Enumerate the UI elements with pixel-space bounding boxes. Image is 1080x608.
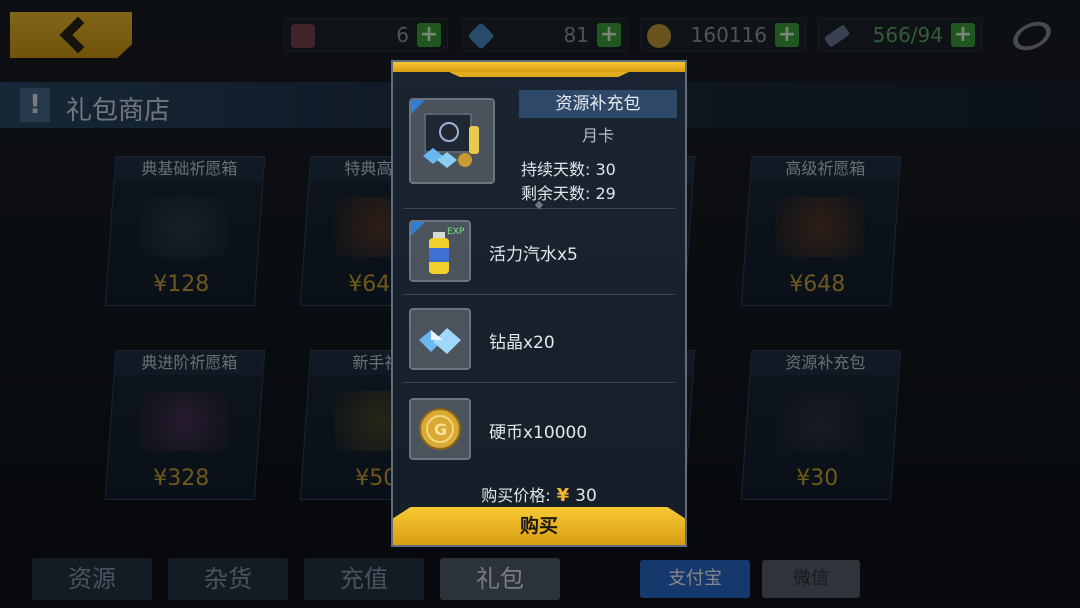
buy-button[interactable]: 购买 (393, 507, 685, 545)
svg-text:EXP: EXP (447, 227, 465, 237)
corner-tag (411, 222, 425, 236)
duration-label: 持续天数: (521, 160, 591, 179)
divider (403, 382, 675, 383)
price-label: 购买价格: (481, 486, 551, 505)
diamond-icon (409, 308, 471, 370)
item-label: 钻晶x20 (489, 333, 555, 353)
pack-subtitle: 月卡 (581, 126, 614, 145)
remaining-value: 29 (595, 184, 616, 203)
list-item: G 硬币x10000 (393, 386, 685, 474)
price-value: 30 (575, 486, 597, 506)
coin-glyph: G (419, 408, 461, 450)
pack-detail-modal: 资源补充包 月卡 持续天数: 30 剩余天数: 29 EXP 活力汽水x5 钻晶… (391, 60, 687, 547)
list-item: EXP 活力汽水x5 (393, 208, 685, 296)
duration-value: 30 (595, 160, 616, 179)
svg-text:G: G (434, 420, 447, 439)
list-item: 钻晶x20 (393, 296, 685, 384)
energy-drink-icon: EXP (409, 220, 471, 282)
remaining-label: 剩余天数: (521, 184, 591, 203)
yen-icon: ¥ (556, 485, 570, 506)
coin-icon: G (409, 398, 471, 460)
duration-stat: 持续天数: 30 (521, 156, 616, 180)
pack-name: 资源补充包 (519, 90, 677, 118)
remaining-stat: 剩余天数: 29 (521, 180, 616, 204)
corner-tag (411, 100, 425, 114)
modal-top-strip (393, 62, 685, 72)
pack-thumbnail (409, 98, 495, 184)
diamond-glyph (419, 328, 461, 354)
purchase-price: 购买价格: ¥30 (393, 482, 685, 506)
item-label: 活力汽水x5 (489, 245, 578, 265)
divider (403, 294, 675, 295)
item-label: 硬币x10000 (489, 423, 588, 443)
